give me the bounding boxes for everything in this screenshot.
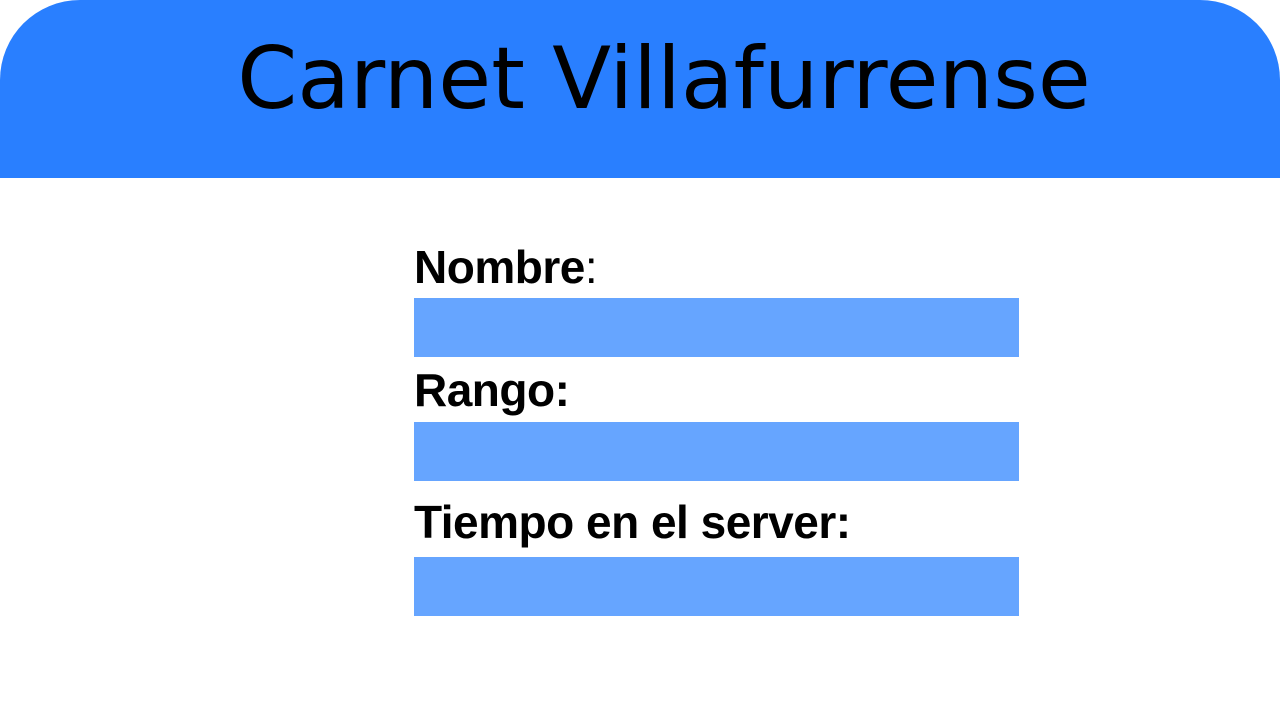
rango-label: Rango: <box>414 364 570 416</box>
nombre-label: Nombre: <box>414 239 598 295</box>
nombre-label-text: Nombre <box>414 241 585 293</box>
rango-field[interactable] <box>414 422 1019 481</box>
tiempo-field[interactable] <box>414 557 1019 616</box>
card-header: Carnet Villafurrense <box>0 0 1280 178</box>
nombre-label-colon: : <box>584 241 598 293</box>
nombre-field[interactable] <box>414 298 1019 357</box>
card-title: Carnet Villafurrense <box>237 29 1091 129</box>
tiempo-label: Tiempo en el server: <box>414 496 851 548</box>
